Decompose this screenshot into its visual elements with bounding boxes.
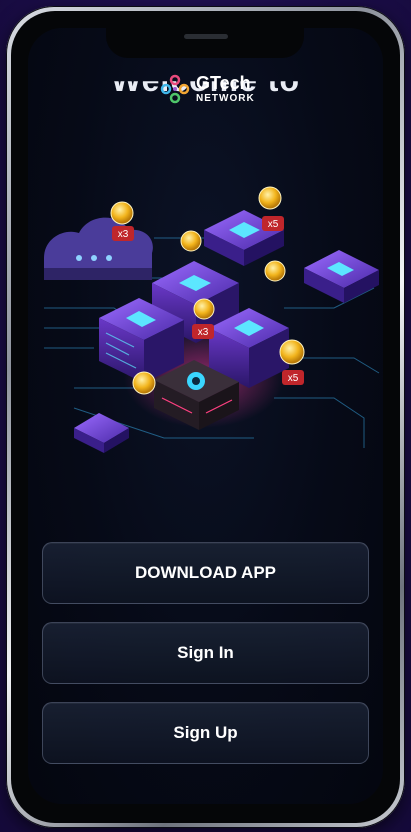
badge-label: x5 <box>268 219 279 230</box>
cloud-icon <box>44 217 153 280</box>
badge-label: x3 <box>198 327 209 338</box>
download-app-button[interactable]: DOWNLOAD APP <box>42 542 369 604</box>
blockchain-illustration: x3 x5 x3 x5 <box>44 186 380 453</box>
badge-label: x5 <box>288 373 299 384</box>
sign-up-button[interactable]: Sign Up <box>42 702 369 764</box>
phone-notch <box>106 22 304 58</box>
brand-logo: GTech NETWORK <box>160 74 255 104</box>
cube-right <box>304 250 379 303</box>
speaker-grille <box>184 34 228 39</box>
brand-subtitle: NETWORK <box>196 93 255 104</box>
app-screen: Welcome to GTech NETWORK x3 x5 x3 x5 DOW… <box>28 28 383 804</box>
brand-name: GTech <box>196 73 251 93</box>
network-logo-icon <box>160 74 190 104</box>
sign-in-button[interactable]: Sign In <box>42 622 369 684</box>
small-cube <box>74 413 129 453</box>
badge-label: x3 <box>118 229 129 240</box>
